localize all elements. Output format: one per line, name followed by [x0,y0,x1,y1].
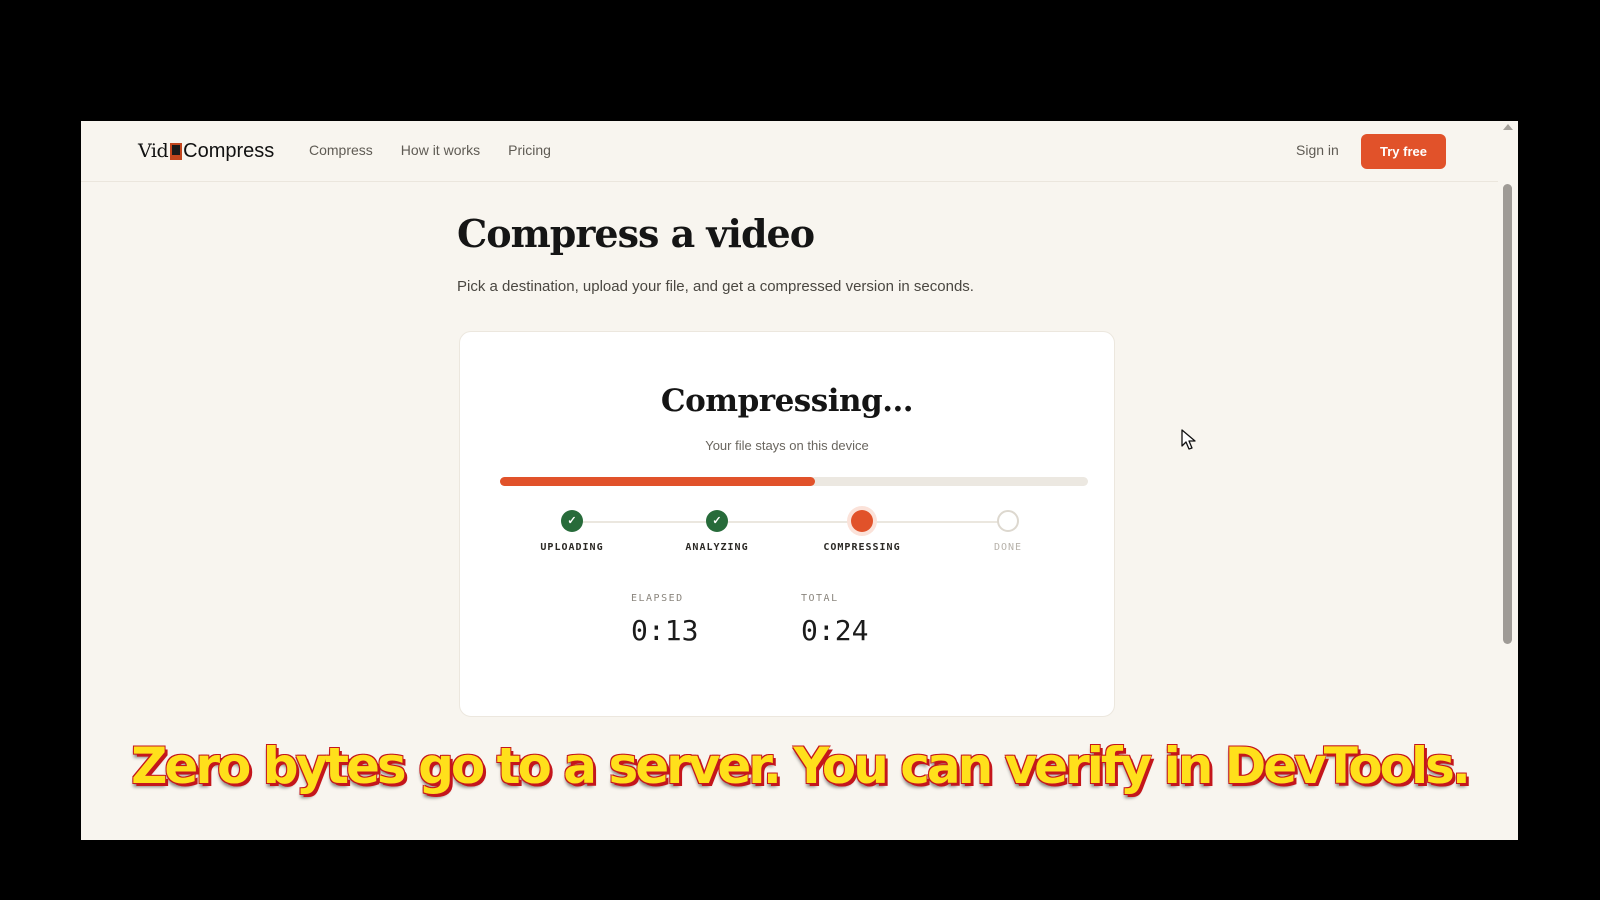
nav-link-how-it-works[interactable]: How it works [401,142,480,158]
mouse-cursor-icon [1181,429,1196,450]
status-subtitle: Your file stays on this device [705,438,869,453]
video-caption: Zero bytes go to a server. You can verif… [131,737,1471,795]
main-nav: Compress How it works Pricing [309,142,551,158]
step-label-done: DONE [993,542,1023,553]
nav-link-pricing[interactable]: Pricing [508,142,551,158]
step-done: DONE [953,510,1063,553]
step-label-uploading: UPLOADING [540,542,604,553]
pending-step-dot-icon [997,510,1019,532]
logo-text-vid: Vid [138,140,169,162]
browser-viewport: Vid Compress Compress How it works Prici… [81,121,1518,840]
step-compressing: COMPRESSING [807,510,917,553]
try-free-button[interactable]: Try free [1361,134,1446,169]
nav-link-compress[interactable]: Compress [309,142,373,158]
page-subtitle: Pick a destination, upload your file, an… [457,278,974,295]
scrollbar[interactable] [1498,121,1518,840]
step-analyzing: ANALYZING [662,510,772,553]
active-step-dot-icon [851,510,873,532]
step-uploading: UPLOADING [517,510,627,553]
step-label-compressing: COMPRESSING [823,542,901,553]
step-connector-line [572,521,1008,523]
progress-bar [500,477,1088,486]
scrollbar-thumb[interactable] [1503,184,1512,644]
elapsed-label: ELAPSED [631,593,684,604]
total-value: 0:24 [801,614,869,647]
compression-status-card: Compressing... Your file stays on this d… [459,331,1115,717]
page-title: Compress a video [457,211,815,256]
elapsed-timer: ELAPSED 0:13 [631,593,698,647]
elapsed-value: 0:13 [631,614,699,647]
logo[interactable]: Vid Compress [138,138,274,164]
check-icon [706,510,728,532]
progress-bar-fill [500,477,815,486]
logo-mark-icon [170,142,183,160]
scroll-up-arrow-icon[interactable] [1503,124,1513,130]
total-label: TOTAL [801,593,839,604]
sign-in-link[interactable]: Sign in [1296,142,1339,158]
total-timer: TOTAL 0:24 [801,593,868,647]
top-navigation-bar: Vid Compress Compress How it works Prici… [81,121,1498,182]
logo-text-compress: Compress [183,139,275,162]
check-icon [561,510,583,532]
step-label-analyzing: ANALYZING [685,542,749,553]
status-title: Compressing... [660,383,914,419]
